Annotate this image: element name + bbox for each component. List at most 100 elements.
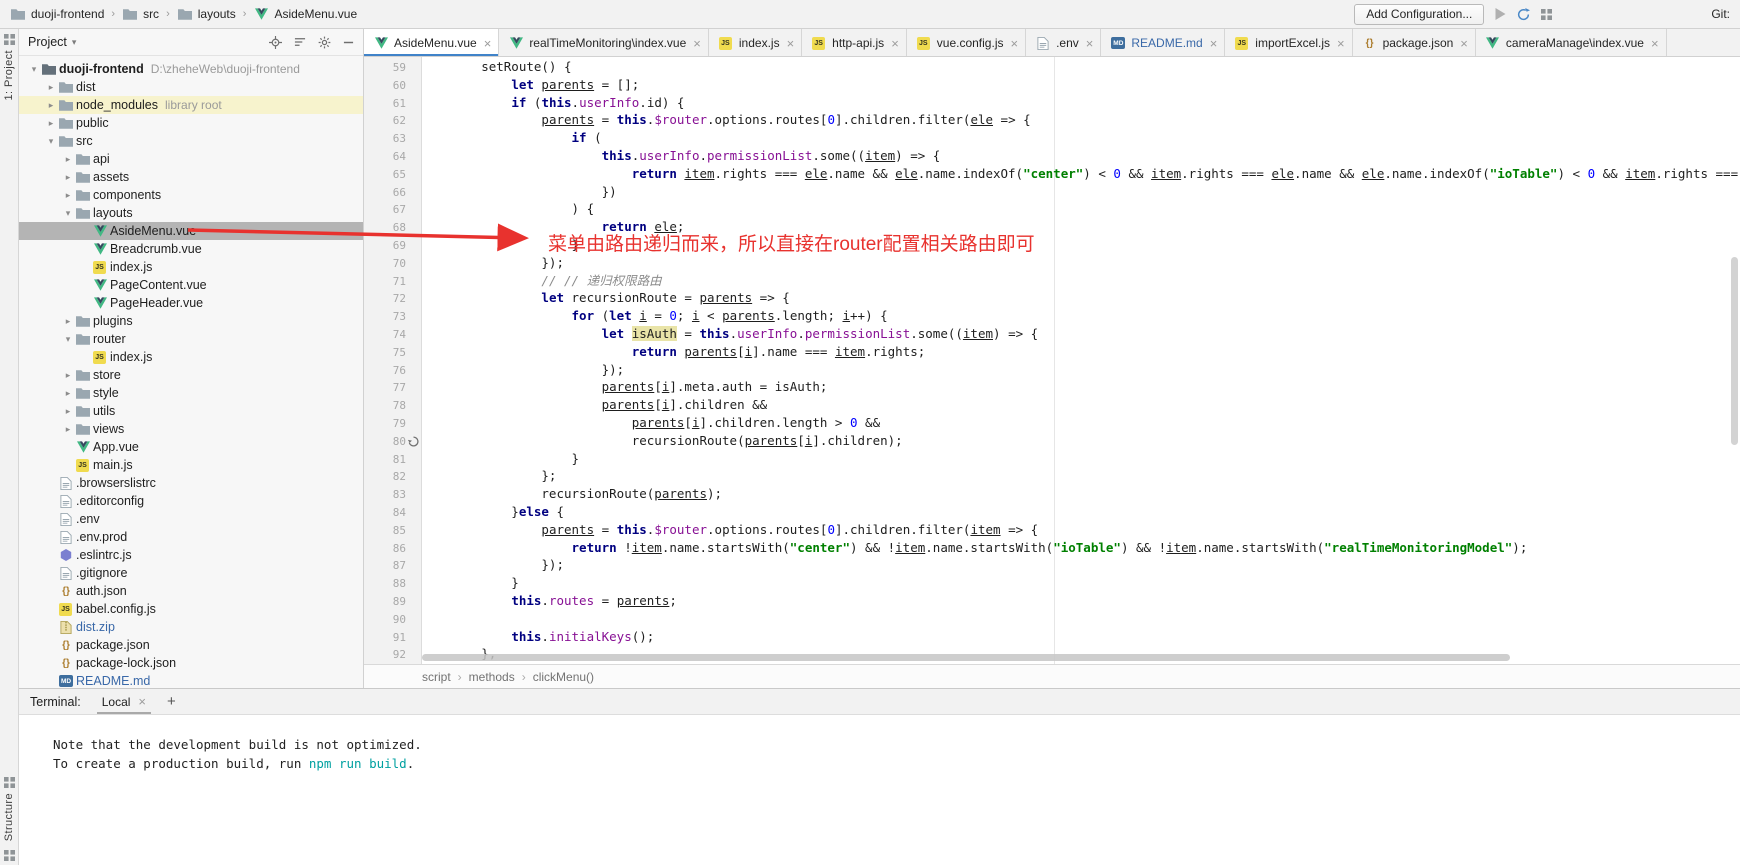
- tree-item-main.js[interactable]: JSmain.js: [19, 456, 363, 474]
- line-number[interactable]: 86: [364, 540, 421, 558]
- toolwindow-switcher-icon[interactable]: [4, 850, 15, 861]
- line-number[interactable]: 65: [364, 166, 421, 184]
- project-view-selector[interactable]: Project ▾: [28, 35, 76, 49]
- tree-item-.editorconfig[interactable]: .editorconfig: [19, 492, 363, 510]
- line-number[interactable]: 91: [364, 629, 421, 647]
- terminal-output[interactable]: Note that the development build is not o…: [19, 715, 1740, 773]
- chevron-right-icon[interactable]: ▸: [44, 82, 58, 93]
- breadcrumb-item-src[interactable]: src: [122, 7, 159, 21]
- tree-item-src[interactable]: ▾src: [19, 132, 363, 150]
- view-options-icon[interactable]: [294, 36, 306, 48]
- breadcrumb-item-duoji-frontend[interactable]: duoji-frontend: [10, 7, 104, 21]
- chevron-right-icon[interactable]: ▸: [44, 118, 58, 129]
- tree-item-utils[interactable]: ▸utils: [19, 402, 363, 420]
- tab-README.md[interactable]: MDREADME.md×: [1101, 29, 1225, 57]
- code-editor[interactable]: 59 setRoute() {60 let parents = [];61 if…: [364, 57, 1740, 664]
- line-number[interactable]: 74: [364, 326, 421, 344]
- tree-item-node-modules[interactable]: ▸node_moduleslibrary root: [19, 96, 363, 114]
- close-icon[interactable]: ×: [484, 37, 492, 50]
- breadcrumb-item-layouts[interactable]: layouts: [177, 7, 236, 21]
- tree-item-babel.config.js[interactable]: JSbabel.config.js: [19, 600, 363, 618]
- tree-item-.gitignore[interactable]: .gitignore: [19, 564, 363, 582]
- git-branch-label[interactable]: Git:: [1711, 7, 1730, 21]
- line-number[interactable]: 85: [364, 522, 421, 540]
- close-icon[interactable]: ×: [1210, 37, 1218, 50]
- tree-item-package.json[interactable]: {}package.json: [19, 636, 363, 654]
- line-number[interactable]: 77: [364, 379, 421, 397]
- tree-item-plugins[interactable]: ▸plugins: [19, 312, 363, 330]
- line-number[interactable]: 72: [364, 290, 421, 308]
- line-number[interactable]: 89: [364, 593, 421, 611]
- vertical-scrollbar[interactable]: [1730, 57, 1739, 664]
- select-opened-file-icon[interactable]: [269, 36, 282, 49]
- line-number[interactable]: 78: [364, 397, 421, 415]
- line-number[interactable]: 66: [364, 184, 421, 202]
- update-project-icon[interactable]: [1517, 8, 1530, 21]
- line-number[interactable]: 67: [364, 201, 421, 219]
- tree-item-.env.prod[interactable]: .env.prod: [19, 528, 363, 546]
- breadcrumb-item-AsideMenu.vue[interactable]: AsideMenu.vue: [253, 7, 357, 21]
- tree-item-.eslintrc.js[interactable]: .eslintrc.js: [19, 546, 363, 564]
- chevron-down-icon[interactable]: ▾: [61, 208, 75, 219]
- tool-window-button-project[interactable]: 1: Project: [3, 50, 15, 100]
- tree-item-dist[interactable]: ▸dist: [19, 78, 363, 96]
- new-terminal-button[interactable]: +: [167, 693, 176, 710]
- line-number[interactable]: 81: [364, 451, 421, 469]
- chevron-right-icon[interactable]: ▸: [61, 172, 75, 183]
- gear-icon[interactable]: [318, 36, 331, 49]
- chevron-right-icon[interactable]: ▸: [61, 190, 75, 201]
- tree-item-api[interactable]: ▸api: [19, 150, 363, 168]
- chevron-down-icon[interactable]: ▾: [27, 64, 41, 75]
- tree-item-auth.json[interactable]: {}auth.json: [19, 582, 363, 600]
- tab-cameraManage-index.vue[interactable]: cameraManage\index.vue×: [1476, 29, 1667, 57]
- line-number[interactable]: 60: [364, 77, 421, 95]
- tab-vue.config.js[interactable]: JSvue.config.js×: [907, 29, 1026, 57]
- line-number[interactable]: 87: [364, 557, 421, 575]
- tree-item-style[interactable]: ▸style: [19, 384, 363, 402]
- tree-item-package-lock.json[interactable]: {}package-lock.json: [19, 654, 363, 672]
- close-icon[interactable]: ×: [693, 37, 701, 50]
- tree-item-index.js[interactable]: JSindex.js: [19, 258, 363, 276]
- tab-.env[interactable]: .env×: [1026, 29, 1101, 57]
- chevron-right-icon[interactable]: ▸: [44, 100, 58, 111]
- hide-panel-icon[interactable]: [343, 37, 354, 48]
- tree-item-PageContent.vue[interactable]: PageContent.vue: [19, 276, 363, 294]
- tree-item-public[interactable]: ▸public: [19, 114, 363, 132]
- line-number[interactable]: 59: [364, 59, 421, 77]
- chevron-right-icon[interactable]: ▸: [61, 154, 75, 165]
- chevron-right-icon[interactable]: ▸: [61, 424, 75, 435]
- tree-item-index.js[interactable]: JSindex.js: [19, 348, 363, 366]
- tree-item-assets[interactable]: ▸assets: [19, 168, 363, 186]
- tree-item-duoji-frontend[interactable]: ▾duoji-frontendD:\zheheWeb\duoji-fronten…: [19, 60, 363, 78]
- close-icon[interactable]: ×: [1460, 37, 1468, 50]
- chevron-right-icon[interactable]: ▸: [61, 370, 75, 381]
- recursion-gutter-icon[interactable]: [408, 436, 419, 447]
- line-number[interactable]: 92: [364, 646, 421, 664]
- editor-breadcrumb-clickMenu[interactable]: clickMenu(): [533, 670, 594, 684]
- chevron-down-icon[interactable]: ▾: [44, 136, 58, 147]
- tree-item-store[interactable]: ▸store: [19, 366, 363, 384]
- tool-window-button-structure[interactable]: Structure: [3, 793, 15, 841]
- line-number[interactable]: 90: [364, 611, 421, 629]
- chevron-right-icon[interactable]: ▸: [61, 406, 75, 417]
- close-icon[interactable]: ×: [1337, 37, 1345, 50]
- line-number[interactable]: 84: [364, 504, 421, 522]
- tab-importExcel.js[interactable]: JSimportExcel.js×: [1225, 29, 1352, 57]
- tab-realTimeMonitoring-index.vue[interactable]: realTimeMonitoring\index.vue×: [499, 29, 709, 57]
- line-number[interactable]: 82: [364, 468, 421, 486]
- tree-item-.browserslistrc[interactable]: .browserslistrc: [19, 474, 363, 492]
- close-icon[interactable]: ×: [787, 37, 795, 50]
- run-icon[interactable]: [1495, 8, 1506, 20]
- line-number[interactable]: 75: [364, 344, 421, 362]
- tree-item-layouts[interactable]: ▾layouts: [19, 204, 363, 222]
- line-number[interactable]: 64: [364, 148, 421, 166]
- close-icon[interactable]: ×: [1086, 37, 1094, 50]
- line-number[interactable]: 70: [364, 255, 421, 273]
- toolwindows-grid-icon[interactable]: [1541, 9, 1552, 20]
- tree-item-PageHeader.vue[interactable]: PageHeader.vue: [19, 294, 363, 312]
- tab-AsideMenu.vue[interactable]: AsideMenu.vue×: [364, 29, 499, 57]
- line-number[interactable]: 83: [364, 486, 421, 504]
- add-configuration-button[interactable]: Add Configuration...: [1354, 4, 1484, 25]
- tree-item-.env[interactable]: .env: [19, 510, 363, 528]
- tree-item-components[interactable]: ▸components: [19, 186, 363, 204]
